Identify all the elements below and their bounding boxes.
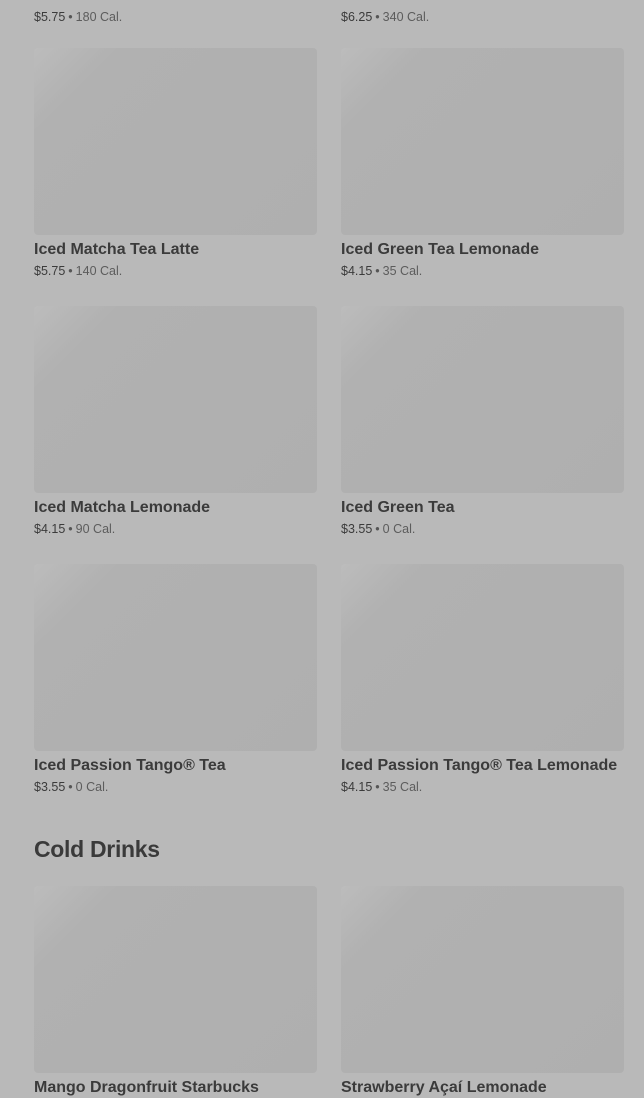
item-calories: 0 Cal. (382, 522, 416, 536)
separator-dot: • (375, 522, 380, 536)
item-meta: $5.75 • 180 Cal. (34, 9, 317, 25)
menu-item-card[interactable]: Iced Passion Tango® Tea $3.55 • 0 Cal. (34, 564, 317, 795)
item-calories: 90 Cal. (75, 522, 116, 536)
item-name[interactable]: Mango Dragonfruit Starbucks (34, 1078, 317, 1098)
item-price: $4.15 (341, 264, 373, 278)
section-heading-cold-drinks: Cold Drinks (34, 836, 160, 862)
item-image[interactable] (341, 48, 624, 235)
menu-item-card[interactable]: Iced Matcha Tea Latte $5.75 • 140 Cal. (34, 48, 317, 279)
separator-dot: • (68, 10, 73, 24)
item-calories: 35 Cal. (382, 264, 423, 278)
menu-item-card[interactable]: Strawberry Açaí Lemonade (341, 886, 624, 1098)
item-meta: $4.15 • 90 Cal. (34, 521, 317, 537)
item-image[interactable] (34, 564, 317, 751)
item-image[interactable] (34, 48, 317, 235)
item-name[interactable]: Iced Passion Tango® Tea (34, 756, 317, 776)
item-calories: 35 Cal. (382, 780, 423, 794)
menu-item-card[interactable]: Iced Passion Tango® Tea Lemonade $4.15 • 3… (341, 564, 624, 795)
menu-item-card[interactable]: Iced Matcha Lemonade $4.15 • 90 Cal. (34, 306, 317, 537)
item-price: $4.15 (341, 780, 373, 794)
item-image[interactable] (34, 886, 317, 1073)
item-price: $3.55 (34, 780, 66, 794)
separator-dot: • (375, 264, 380, 278)
item-calories: 0 Cal. (75, 780, 109, 794)
separator-dot: • (68, 780, 73, 794)
item-price: $6.25 (341, 10, 373, 24)
menu-item-card[interactable]: $5.75 • 180 Cal. (34, 6, 317, 25)
separator-dot: • (375, 10, 380, 24)
item-name[interactable]: Iced Matcha Lemonade (34, 498, 317, 518)
menu-item-card[interactable]: $6.25 • 340 Cal. (341, 6, 624, 25)
item-name[interactable]: Iced Matcha Tea Latte (34, 240, 317, 260)
item-meta: $3.55 • 0 Cal. (341, 521, 624, 537)
item-image[interactable] (341, 886, 624, 1073)
separator-dot: • (375, 780, 380, 794)
item-meta: $4.15 • 35 Cal. (341, 779, 624, 795)
item-calories: 140 Cal. (75, 264, 123, 278)
item-price: $5.75 (34, 10, 66, 24)
separator-dot: • (68, 522, 73, 536)
item-meta: $4.15 • 35 Cal. (341, 263, 624, 279)
item-image[interactable] (341, 306, 624, 493)
item-meta: $6.25 • 340 Cal. (341, 9, 624, 25)
item-meta: $3.55 • 0 Cal. (34, 779, 317, 795)
item-image[interactable] (341, 564, 624, 751)
item-meta: $5.75 • 140 Cal. (34, 263, 317, 279)
menu-item-card[interactable]: Mango Dragonfruit Starbucks (34, 886, 317, 1098)
item-name[interactable]: Iced Green Tea Lemonade (341, 240, 624, 260)
item-price: $4.15 (34, 522, 66, 536)
menu-item-card[interactable]: Iced Green Tea $3.55 • 0 Cal. (341, 306, 624, 537)
separator-dot: • (68, 264, 73, 278)
item-name[interactable]: Iced Passion Tango® Tea Lemonade (341, 756, 624, 776)
item-name[interactable]: Iced Green Tea (341, 498, 624, 518)
item-calories: 180 Cal. (75, 10, 123, 24)
item-calories: 340 Cal. (382, 10, 430, 24)
item-price: $3.55 (341, 522, 373, 536)
menu-item-card[interactable]: Iced Green Tea Lemonade $4.15 • 35 Cal. (341, 48, 624, 279)
item-image[interactable] (34, 306, 317, 493)
item-name[interactable]: Strawberry Açaí Lemonade (341, 1078, 624, 1098)
item-price: $5.75 (34, 264, 66, 278)
